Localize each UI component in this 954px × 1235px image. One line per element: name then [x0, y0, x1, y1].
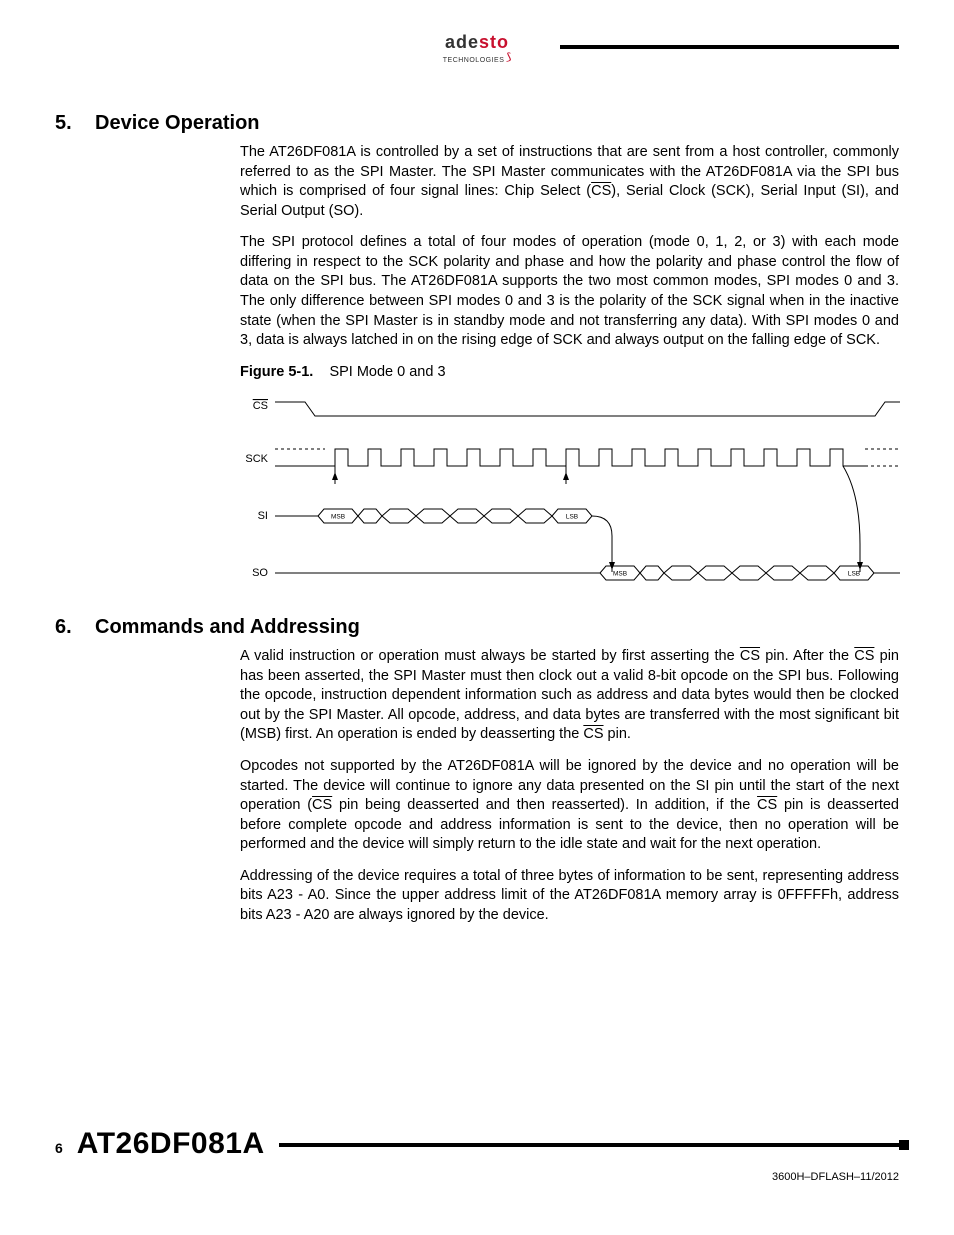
part-number: AT26DF081A [77, 1124, 265, 1165]
brand-logo: adesto TECHNOLOGIES ⟆ [443, 30, 511, 66]
section-5-para-1: The AT26DF081A is controlled by a set of… [240, 143, 899, 221]
page-footer: 6 AT26DF081A 3600H–DFLASH–11/2012 [55, 1124, 899, 1185]
section-5-title: Device Operation [95, 112, 260, 134]
section-6-body: A valid instruction or operation must al… [240, 647, 899, 925]
si-lsb-label: LSB [566, 514, 578, 521]
si-msb-label: MSB [331, 514, 345, 521]
section-5-body: The AT26DF081A is controlled by a set of… [240, 143, 899, 382]
so-lsb-label: LSB [848, 571, 860, 578]
section-6-para-3: Addressing of the device requires a tota… [240, 867, 899, 926]
section-6-para-1: A valid instruction or operation must al… [240, 647, 899, 745]
section-5-para-2: The SPI protocol defines a total of four… [240, 233, 899, 350]
section-6-number: 6. [55, 614, 95, 641]
page-content: 5.Device Operation The AT26DF081A is con… [0, 110, 954, 926]
cs-overline: CS [312, 797, 332, 813]
section-5-number: 5. [55, 110, 95, 137]
page-header: adesto TECHNOLOGIES ⟆ [0, 0, 954, 90]
section-6-para-2: Opcodes not supported by the AT26DF081A … [240, 757, 899, 855]
section-6-title: Commands and Addressing [95, 616, 360, 638]
brand-tagline: TECHNOLOGIES [443, 57, 505, 64]
document-code: 3600H–DFLASH–11/2012 [55, 1170, 899, 1185]
section-5-heading: 5.Device Operation [55, 110, 899, 137]
cs-overline: CS [740, 648, 760, 664]
section-6-heading: 6.Commands and Addressing [55, 614, 899, 641]
figure-title: SPI Mode 0 and 3 [329, 364, 445, 380]
header-rule [560, 45, 899, 49]
brand-name-part2: sto [479, 32, 509, 52]
cs-overline: CS [591, 183, 611, 199]
figure-label: Figure 5-1. [240, 364, 313, 380]
page-number: 6 [55, 1139, 63, 1158]
signal-label-so: SO [252, 567, 268, 579]
footer-rule [279, 1143, 899, 1147]
cs-overline: CS [583, 726, 603, 742]
brand-swoosh-icon: ⟆ [506, 51, 513, 65]
cs-overline: CS [854, 648, 874, 664]
figure-5-1-diagram: .sig { stroke:#000; stroke-width:1; fill… [240, 394, 900, 594]
signal-label-si: SI [258, 510, 268, 522]
brand-name-part1: ade [445, 32, 479, 52]
signal-label-sck: SCK [245, 453, 268, 465]
signal-label-cs: CS [253, 400, 268, 412]
cs-overline: CS [757, 797, 777, 813]
figure-5-1-caption: Figure 5-1. SPI Mode 0 and 3 [240, 363, 899, 383]
so-msb-label: MSB [613, 571, 627, 578]
